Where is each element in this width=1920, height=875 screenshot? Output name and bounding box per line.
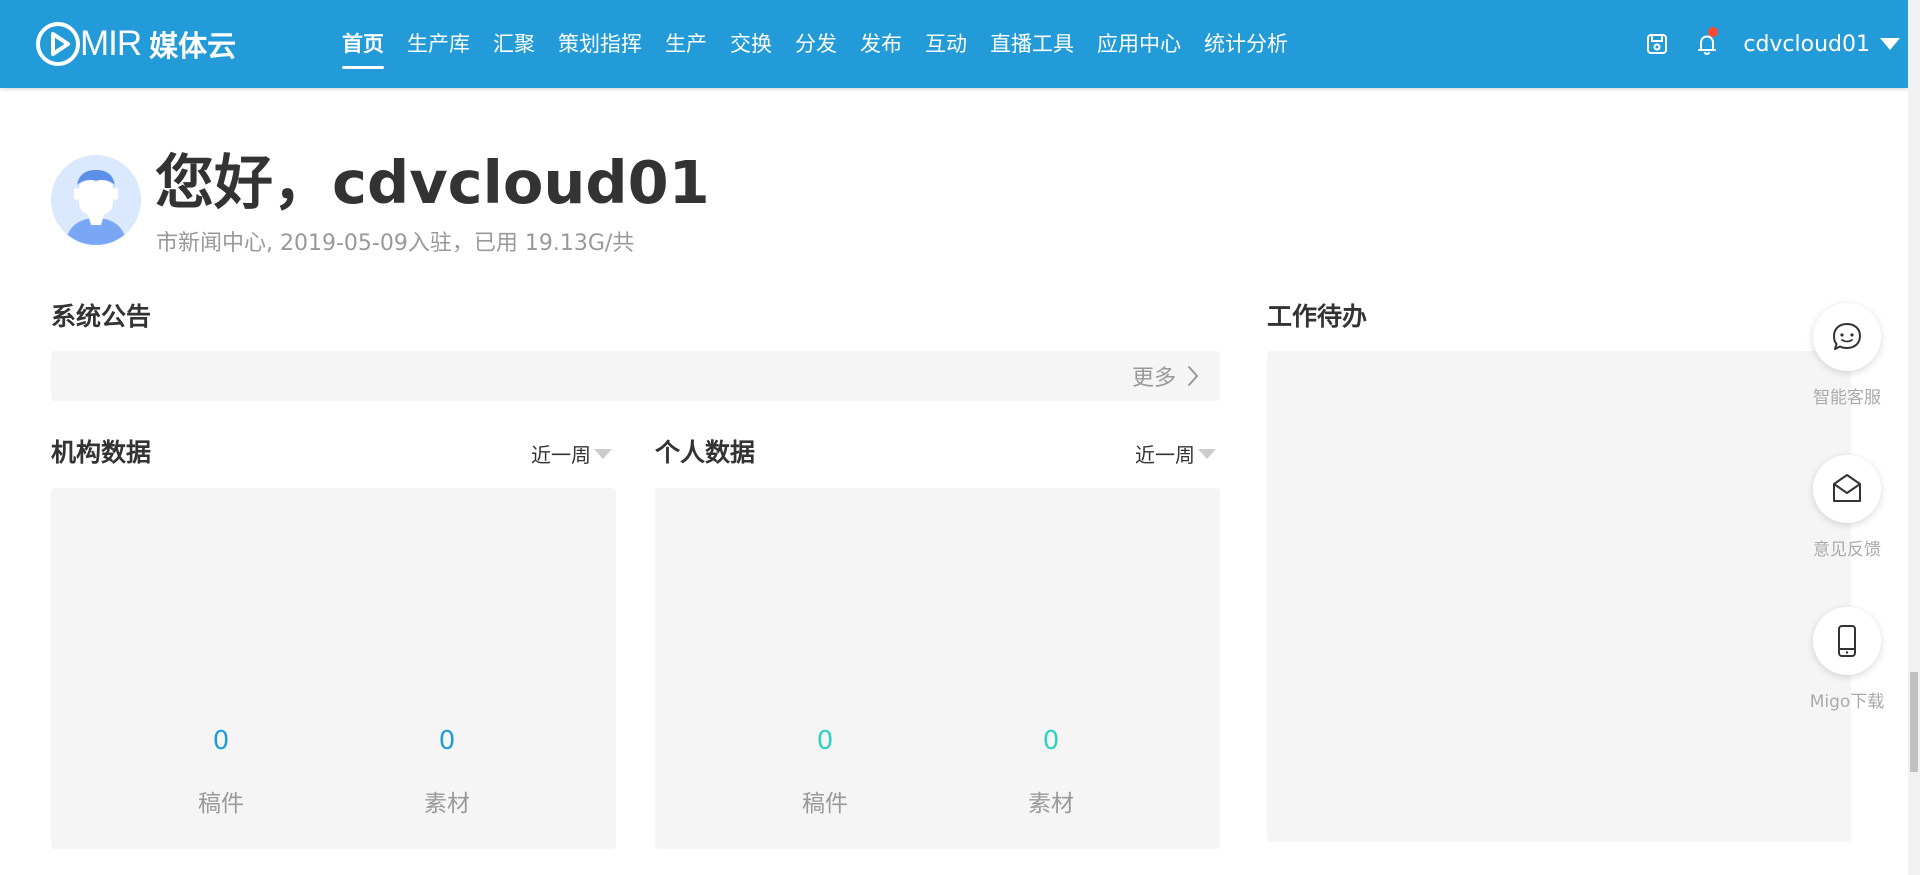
- personal-materials-count[interactable]: 0: [991, 726, 1111, 756]
- personal-data-card: 0 稿件 0 素材: [655, 488, 1220, 849]
- migo-download-label: Migo下载: [1809, 692, 1885, 712]
- envelope-icon: [1833, 474, 1861, 502]
- greeting-title: 您好，cdvcloud01: [155, 148, 710, 217]
- nav-item-statistics[interactable]: 统计分析: [1204, 0, 1288, 88]
- todo-title: 工作待办: [1267, 302, 1368, 331]
- nav-item-planning-command[interactable]: 策划指挥: [558, 0, 642, 88]
- nav-item-app-center[interactable]: 应用中心: [1097, 0, 1181, 88]
- nav-item-home[interactable]: 首页: [342, 0, 384, 88]
- personal-drafts-count[interactable]: 0: [765, 726, 885, 756]
- user-avatar-icon: [51, 155, 141, 245]
- user-menu[interactable]: cdvcloud01: [1743, 32, 1900, 57]
- nav-item-live-tools[interactable]: 直播工具: [990, 0, 1074, 88]
- save-disk-icon[interactable]: [1643, 30, 1671, 58]
- todo-panel: [1267, 351, 1851, 842]
- nav-item-exchange[interactable]: 交换: [730, 0, 772, 88]
- brand-letters: MIR: [80, 24, 142, 63]
- username-label: cdvcloud01: [1743, 31, 1870, 57]
- org-materials-label: 素材: [424, 791, 470, 817]
- org-data-title: 机构数据: [51, 438, 152, 467]
- mobile-phone-icon: [1838, 625, 1856, 657]
- chevron-right-icon: [1188, 366, 1198, 386]
- nav-item-distribution[interactable]: 分发: [795, 0, 837, 88]
- chevron-down-icon: [1880, 38, 1900, 50]
- float-circle: [1813, 607, 1881, 675]
- personal-materials-label: 素材: [1028, 791, 1074, 817]
- org-period-label: 近一周: [531, 443, 591, 467]
- announcement-title: 系统公告: [51, 302, 152, 331]
- scrollbar-thumb[interactable]: [1910, 672, 1918, 772]
- caret-down-icon: [1198, 448, 1216, 459]
- float-circle: [1813, 455, 1881, 523]
- nav-item-publish[interactable]: 发布: [860, 0, 902, 88]
- personal-drafts-label: 稿件: [802, 791, 848, 817]
- float-circle: [1813, 303, 1881, 371]
- personal-data-title: 个人数据: [655, 438, 756, 467]
- org-drafts-label: 稿件: [198, 791, 244, 817]
- feedback-label: 意见反馈: [1813, 540, 1881, 560]
- play-logo-icon: [36, 22, 80, 66]
- personal-period-label: 近一周: [1135, 443, 1195, 467]
- organization-info: 市新闻中心, 2019-05-09入驻，已用 19.13G/共: [156, 231, 635, 256]
- nav-item-aggregation[interactable]: 汇聚: [493, 0, 535, 88]
- page-scrollbar[interactable]: [1908, 0, 1920, 875]
- nav-item-production[interactable]: 生产: [665, 0, 707, 88]
- nav-item-interaction[interactable]: 互动: [925, 0, 967, 88]
- org-materials-count[interactable]: 0: [387, 726, 507, 756]
- migo-download-button[interactable]: Migo下载: [1792, 607, 1902, 712]
- top-navigation-bar: MIR 媒体云 首页 生产库 汇聚 策划指挥 生产 交换 分发 发布 互动 直播…: [0, 0, 1908, 88]
- more-link[interactable]: 更多: [1132, 351, 1200, 401]
- feedback-button[interactable]: 意见反馈: [1792, 455, 1902, 560]
- avatar: [51, 155, 141, 245]
- customer-service-label: 智能客服: [1813, 388, 1881, 408]
- announcement-bar: 更多: [51, 351, 1220, 401]
- brand-logo[interactable]: MIR 媒体云: [34, 20, 236, 68]
- caret-down-icon: [594, 448, 612, 459]
- customer-service-button[interactable]: 智能客服: [1792, 303, 1902, 408]
- notification-bell-icon[interactable]: [1693, 27, 1721, 58]
- org-data-card: 0 稿件 0 素材: [51, 488, 616, 849]
- more-link-label: 更多: [1131, 366, 1176, 391]
- topbar-actions: cdvcloud01: [1643, 0, 1900, 88]
- org-drafts-count[interactable]: 0: [161, 726, 281, 756]
- personal-period-dropdown[interactable]: 近一周: [1135, 439, 1216, 468]
- main-nav: 首页 生产库 汇聚 策划指挥 生产 交换 分发 发布 互动 直播工具 应用中心 …: [342, 0, 1311, 88]
- chat-bubble-icon: [1833, 323, 1861, 350]
- nav-item-production-library[interactable]: 生产库: [407, 0, 470, 88]
- org-period-dropdown[interactable]: 近一周: [531, 439, 612, 468]
- brand-name: 媒体云: [149, 29, 237, 63]
